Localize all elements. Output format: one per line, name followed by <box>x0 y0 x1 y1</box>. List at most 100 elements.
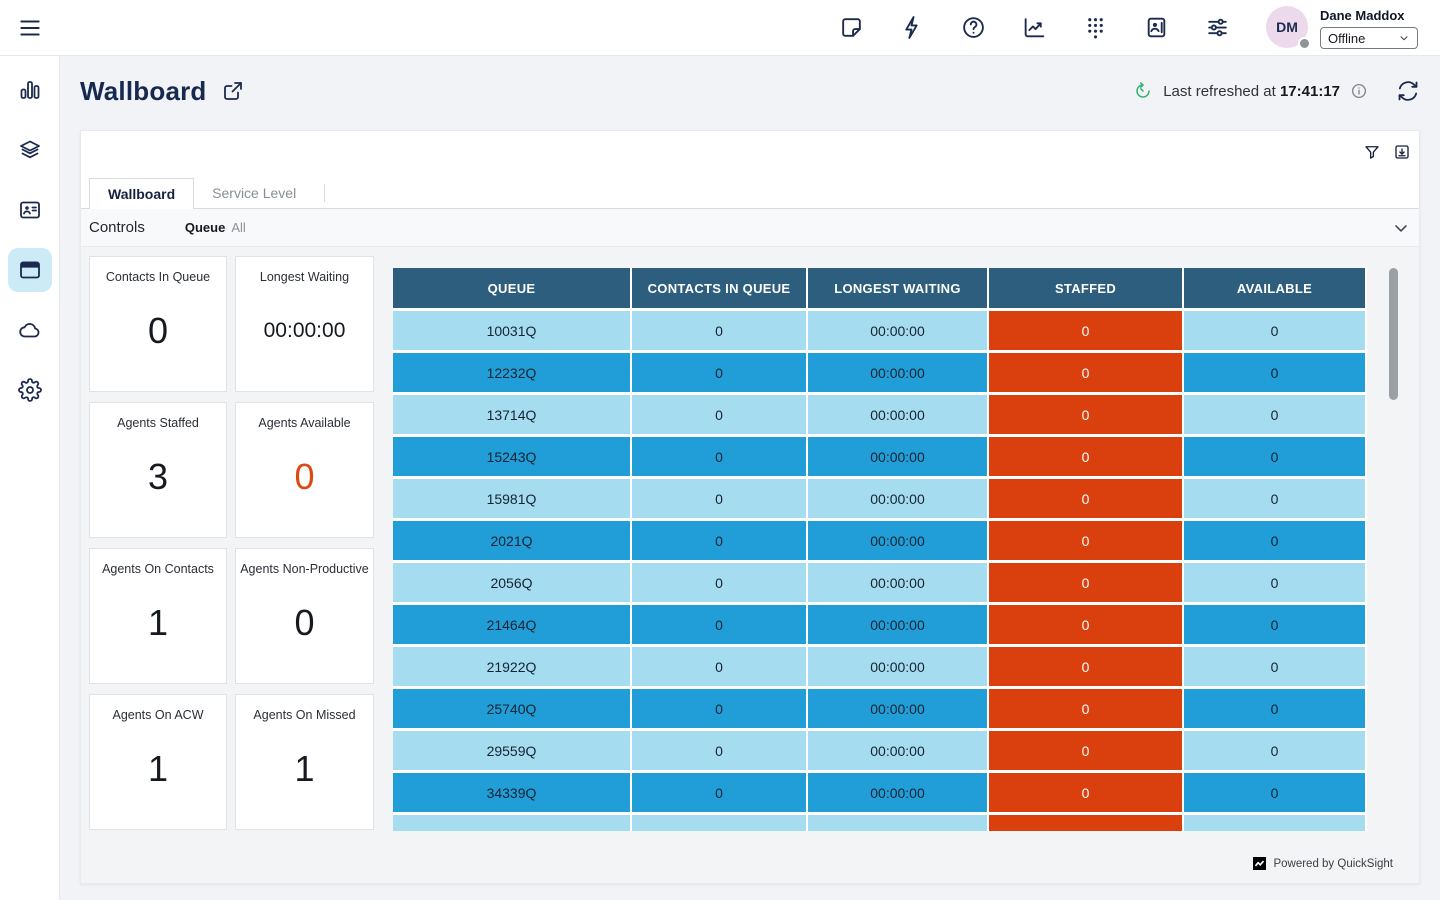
kpi-grid: Contacts In Queue0Longest Waiting00:00:0… <box>89 256 374 830</box>
page-header: Wallboard Last refreshed at 17:41:17 <box>80 68 1420 114</box>
sidebar-item-settings[interactable] <box>8 368 52 412</box>
controls-label: Controls <box>89 219 145 236</box>
dialpad-icon <box>1083 15 1108 40</box>
table-cell: 0 <box>1184 731 1365 770</box>
table-cell: 0 <box>989 563 1182 602</box>
column-header: CONTACTS IN QUEUE <box>632 268 806 308</box>
kpi-card: Agents Non-Productive0 <box>235 548 374 684</box>
dashboard-card: WallboardService Level Controls Queue Al… <box>80 130 1420 884</box>
kpi-label: Longest Waiting <box>260 270 349 284</box>
info-button[interactable] <box>1350 82 1368 100</box>
table-cell: 0 <box>1184 479 1365 518</box>
kpi-value: 0 <box>148 284 168 391</box>
table-cell: 0 <box>632 689 806 728</box>
table-cell: 21922Q <box>393 647 630 686</box>
kpi-card: Agents On Missed1 <box>235 694 374 830</box>
table-cell: 0 <box>632 353 806 392</box>
menu-button[interactable] <box>15 13 45 43</box>
info-icon <box>1350 82 1368 100</box>
note-icon <box>839 15 864 40</box>
queue-filter-value: All <box>231 220 245 235</box>
tab-wallboard[interactable]: Wallboard <box>89 178 194 209</box>
table-cell: 29559Q <box>393 731 630 770</box>
download-button[interactable] <box>1393 143 1411 161</box>
tab-bar: WallboardService Level <box>81 178 1419 209</box>
table-cell: 0 <box>632 395 806 434</box>
table-cell <box>393 815 630 831</box>
table-cell <box>1184 815 1365 831</box>
kpi-card: Agents On Contacts1 <box>89 548 227 684</box>
kpi-card: Agents Staffed3 <box>89 402 227 538</box>
table-cell: 15243Q <box>393 437 630 476</box>
sidebar-item-layers[interactable] <box>8 128 52 172</box>
queue-filter[interactable]: Queue All <box>185 220 246 235</box>
topbar-right: DM Dane Maddox Offline <box>839 6 1440 49</box>
table-cell: 0 <box>632 311 806 350</box>
kpi-card: Longest Waiting00:00:00 <box>235 256 374 392</box>
table-cell: 00:00:00 <box>808 395 987 434</box>
topbar-button-zap[interactable] <box>900 15 925 40</box>
tab-service-level[interactable]: Service Level <box>194 178 314 208</box>
table-cell: 0 <box>989 773 1182 812</box>
gear-icon <box>18 378 42 402</box>
sidebar-item-wallboard[interactable] <box>8 248 52 292</box>
table-cell: 0 <box>989 437 1182 476</box>
browser-window-icon <box>18 258 42 282</box>
table-cell: 00:00:00 <box>808 647 987 686</box>
open-external-button[interactable] <box>221 79 245 103</box>
table-cell: 0 <box>1184 521 1365 560</box>
table-cell: 0 <box>1184 647 1365 686</box>
status-dot <box>1298 37 1311 50</box>
table-cell: 0 <box>1184 395 1365 434</box>
filter-button[interactable] <box>1363 143 1381 161</box>
kpi-card: Agents Available0 <box>235 402 374 538</box>
kpi-value: 3 <box>148 430 168 537</box>
topbar-button-line-chart[interactable] <box>1022 15 1047 40</box>
table-cell: 0 <box>989 353 1182 392</box>
status-select[interactable]: Offline <box>1320 27 1418 49</box>
table-cell: 00:00:00 <box>808 689 987 728</box>
table-cell: 2056Q <box>393 563 630 602</box>
external-link-icon <box>221 79 245 103</box>
kpi-label: Agents On ACW <box>112 708 203 722</box>
refresh-button[interactable] <box>1396 79 1420 103</box>
id-card-icon <box>18 198 42 222</box>
table-cell: 0 <box>1184 773 1365 812</box>
table-scrollbar[interactable] <box>1389 268 1398 400</box>
table-cell: 0 <box>989 311 1182 350</box>
hamburger-icon <box>17 15 43 41</box>
table-cell: 0 <box>1184 437 1365 476</box>
topbar-button-dialpad[interactable] <box>1083 15 1108 40</box>
last-refreshed-text: Last refreshed at 17:41:17 <box>1163 83 1340 100</box>
contact-book-icon <box>1144 15 1169 40</box>
help-icon <box>961 15 986 40</box>
sidebar <box>0 56 60 900</box>
topbar-button-note[interactable] <box>839 15 864 40</box>
kpi-label: Agents Available <box>258 416 350 430</box>
refresh-area: Last refreshed at 17:41:17 <box>1133 79 1420 103</box>
collapse-controls-button[interactable] <box>1391 218 1411 238</box>
queue-table-panel: QUEUECONTACTS IN QUEUELONGEST WAITINGSTA… <box>393 268 1367 831</box>
queue-filter-name: Queue <box>185 220 225 235</box>
kpi-label: Agents On Contacts <box>102 562 214 576</box>
table-cell: 0 <box>989 689 1182 728</box>
kpi-value: 1 <box>148 722 168 829</box>
column-header: AVAILABLE <box>1184 268 1365 308</box>
refresh-time: 17:41:17 <box>1280 83 1340 100</box>
sidebar-item-metrics[interactable] <box>8 68 52 112</box>
topbar-button-sliders[interactable] <box>1205 15 1230 40</box>
table-cell: 00:00:00 <box>808 773 987 812</box>
table-cell: 0 <box>632 437 806 476</box>
kpi-label: Agents Staffed <box>117 416 199 430</box>
bar-chart-icon <box>18 78 42 102</box>
sidebar-item-cloud[interactable] <box>8 308 52 352</box>
kpi-card: Contacts In Queue0 <box>89 256 227 392</box>
topbar-button-help[interactable] <box>961 15 986 40</box>
table-cell: 13714Q <box>393 395 630 434</box>
avatar[interactable]: DM <box>1266 6 1308 48</box>
kpi-value: 0 <box>294 576 314 683</box>
topbar-button-contact-book[interactable] <box>1144 15 1169 40</box>
table-cell: 00:00:00 <box>808 479 987 518</box>
sidebar-item-contacts[interactable] <box>8 188 52 232</box>
table-cell: 0 <box>989 647 1182 686</box>
